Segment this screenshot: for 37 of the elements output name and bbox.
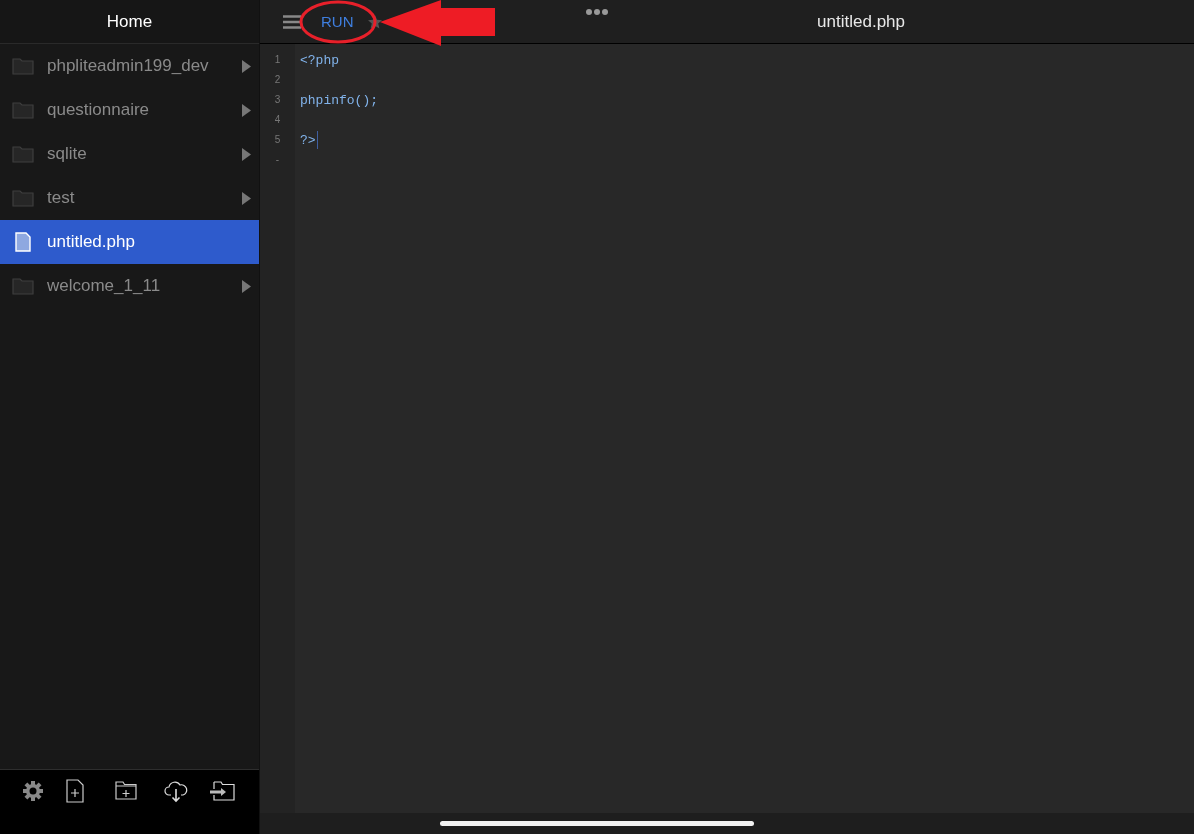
new-file-icon[interactable] <box>66 779 84 803</box>
chevron-right-icon <box>242 103 251 117</box>
folder-icon <box>12 189 34 207</box>
fold-marker: - <box>275 153 280 167</box>
document-icon <box>15 232 31 252</box>
run-button[interactable]: RUN <box>317 11 358 32</box>
settings-icon[interactable] <box>23 781 43 801</box>
sidebar-title: Home <box>106 11 153 32</box>
line-number: 3 <box>274 93 281 107</box>
folder-icon <box>12 57 34 75</box>
folder-item[interactable]: questionnaire <box>0 88 259 132</box>
new-folder-icon[interactable] <box>115 781 137 800</box>
file-item[interactable]: untitled.php <box>0 220 259 264</box>
folder-item[interactable]: welcome_1_11 <box>0 264 259 308</box>
code-line: ?> <box>300 132 316 148</box>
move-to-folder-icon[interactable] <box>210 781 236 801</box>
line-number: 1 <box>274 53 281 67</box>
chevron-right-icon <box>242 191 251 205</box>
line-number: 5 <box>274 133 281 147</box>
line-number: 2 <box>274 73 281 87</box>
folder-item[interactable]: phpliteadmin199_dev <box>0 44 259 88</box>
file-title: untitled.php <box>817 11 905 32</box>
star-icon[interactable] <box>367 14 382 29</box>
folder-item[interactable]: test <box>0 176 259 220</box>
code-line: phpinfo(); <box>300 92 378 108</box>
chevron-right-icon <box>242 59 251 73</box>
folder-icon <box>12 145 34 163</box>
folder-item[interactable]: sqlite <box>0 132 259 176</box>
folder-icon <box>12 101 34 119</box>
chevron-right-icon <box>242 279 251 293</box>
cloud-download-icon[interactable] <box>164 779 188 803</box>
menu-icon[interactable] <box>283 14 301 29</box>
folder-icon <box>12 277 34 295</box>
line-number: 4 <box>274 113 281 127</box>
chevron-right-icon <box>242 147 251 161</box>
more-icon[interactable] <box>586 9 608 15</box>
code-line: <?php <box>300 52 339 68</box>
